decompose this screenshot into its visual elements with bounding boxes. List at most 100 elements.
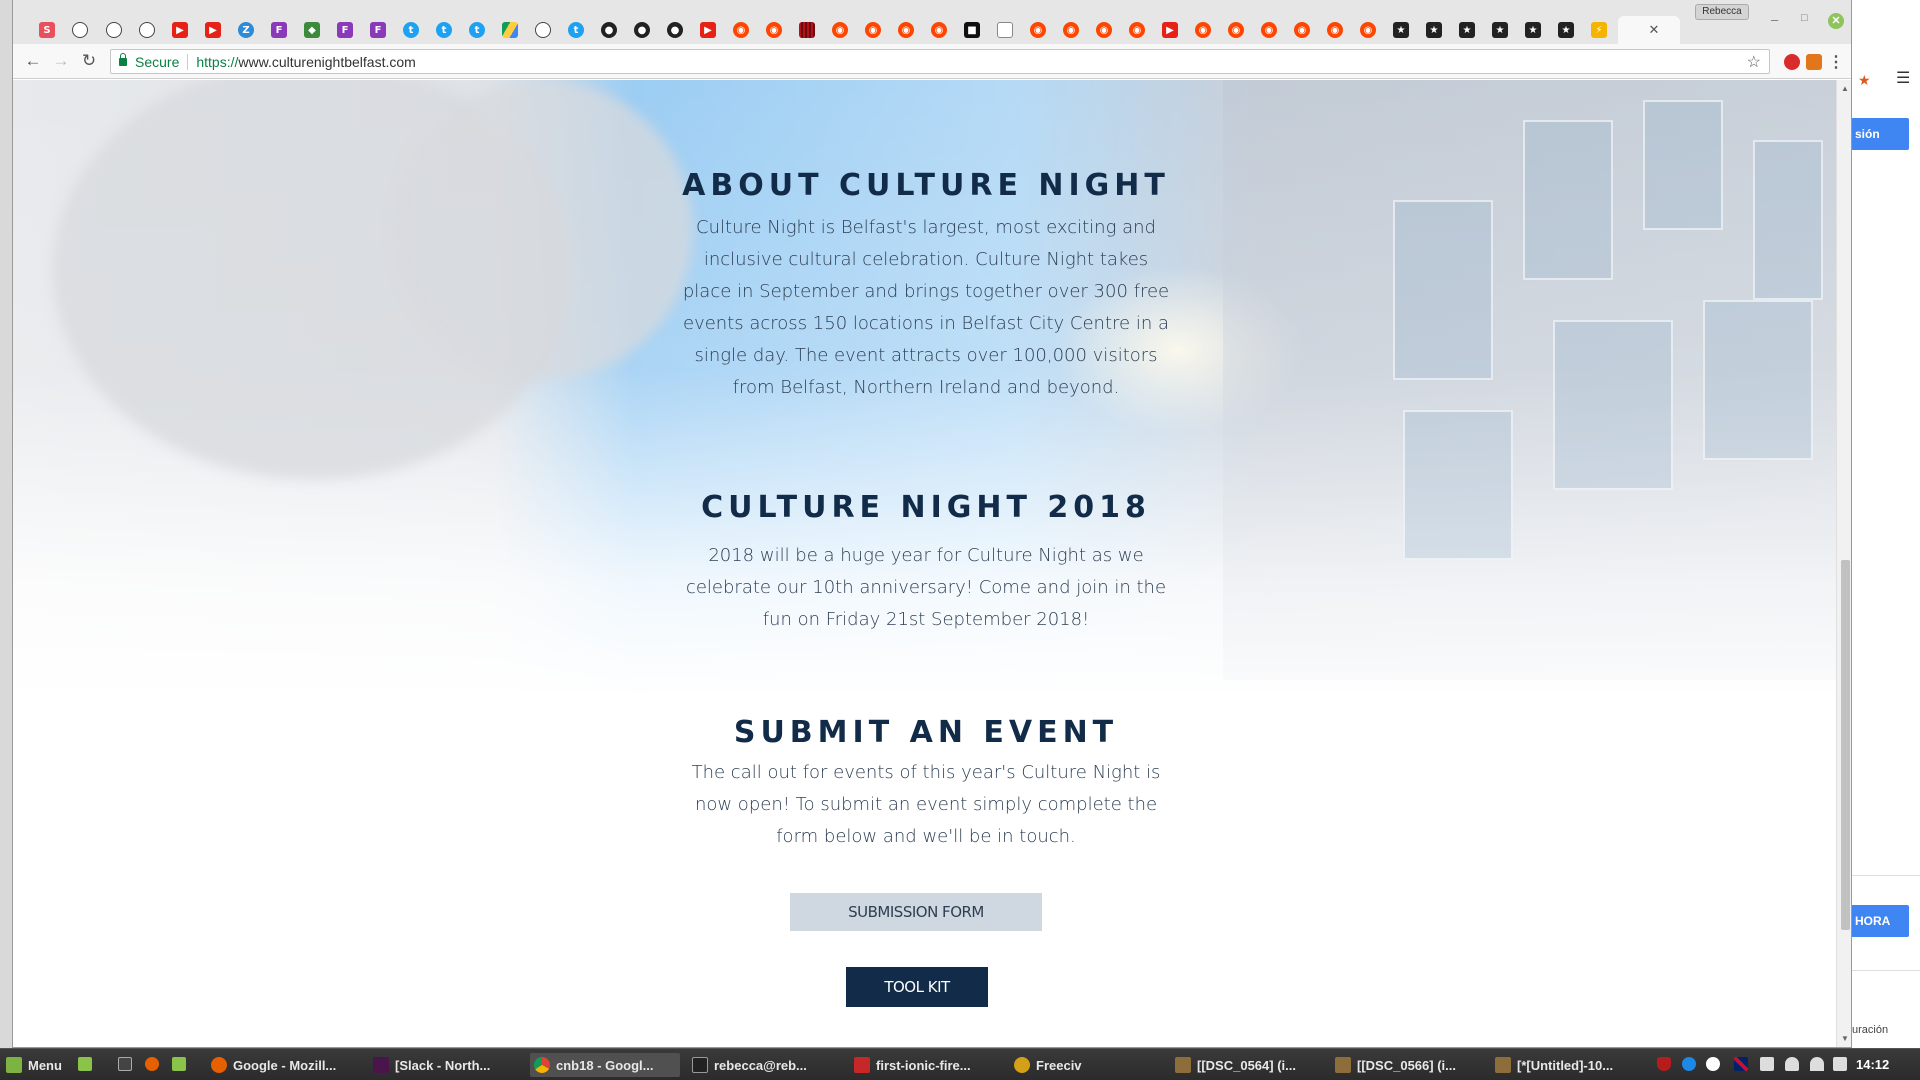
- tab-pinned-19[interactable]: ●: [628, 16, 656, 44]
- extension-fox-icon[interactable]: [1806, 54, 1822, 70]
- background-blue-button-top[interactable]: sión: [1851, 118, 1909, 150]
- taskbar-item-slack[interactable]: [Slack - North...: [373, 1053, 523, 1077]
- forward-arrow-icon[interactable]: →: [51, 52, 71, 70]
- minimize-icon[interactable]: –: [1771, 12, 1778, 27]
- tab-pinned-38[interactable]: ◉: [1255, 16, 1283, 44]
- page-scrollbar[interactable]: ▲ ▼: [1836, 80, 1851, 1047]
- tab-pinned-7[interactable]: Z: [232, 16, 260, 44]
- settings-icon[interactable]: [1706, 1057, 1720, 1071]
- tab-pinned-8[interactable]: F: [265, 16, 293, 44]
- tab-pinned-11[interactable]: F: [364, 16, 392, 44]
- fox-extension-icon[interactable]: ★: [1858, 72, 1871, 89]
- tab-pinned-32[interactable]: ◉: [1057, 16, 1085, 44]
- firefox-launcher-icon[interactable]: [145, 1057, 159, 1071]
- tab-pinned-16[interactable]: [529, 16, 557, 44]
- taskbar-item-terminal[interactable]: rebecca@reb...: [692, 1053, 842, 1077]
- profile-badge[interactable]: Rebecca: [1695, 4, 1749, 20]
- taskbar-item-gimp-3[interactable]: [*[Untitled]-10...: [1495, 1053, 1645, 1077]
- files-launcher-icon[interactable]: [172, 1057, 186, 1071]
- scroll-down-arrow-icon[interactable]: ▼: [1841, 1034, 1849, 1043]
- tab-pinned-3[interactable]: [100, 16, 128, 44]
- tab-pinned-45[interactable]: ★: [1486, 16, 1514, 44]
- window-close-icon[interactable]: ✕: [1828, 13, 1844, 29]
- tab-pinned-28[interactable]: ◉: [925, 16, 953, 44]
- tab-pinned-6[interactable]: ▶: [199, 16, 227, 44]
- star-favicon-icon: ★: [1525, 22, 1541, 38]
- taskbar-item-chrome[interactable]: cnb18 - Googl...: [530, 1053, 680, 1077]
- taskbar-item-gimp-2[interactable]: [[DSC_0566] (i...: [1335, 1053, 1485, 1077]
- tab-pinned-33[interactable]: ◉: [1090, 16, 1118, 44]
- tab-pinned-35[interactable]: ▶: [1156, 16, 1184, 44]
- circle-favicon-icon: [535, 22, 551, 38]
- shield-icon[interactable]: [1657, 1057, 1671, 1071]
- tab-pinned-13[interactable]: t: [430, 16, 458, 44]
- scroll-up-arrow-icon[interactable]: ▲: [1841, 84, 1849, 93]
- maximize-icon[interactable]: □: [1801, 12, 1808, 24]
- submission-form-button[interactable]: SUBMISSION FORM: [790, 893, 1042, 931]
- tab-pinned-39[interactable]: ◉: [1288, 16, 1316, 44]
- tab-pinned-2[interactable]: [66, 16, 94, 44]
- tab-close-icon[interactable]: ✕: [1649, 22, 1660, 38]
- clock[interactable]: 14:12: [1856, 1057, 1889, 1072]
- volume-icon[interactable]: [1833, 1057, 1847, 1071]
- tab-pinned-44[interactable]: ★: [1453, 16, 1481, 44]
- bluetooth-icon[interactable]: [1682, 1057, 1696, 1071]
- reload-icon[interactable]: ↻: [79, 52, 99, 70]
- tab-pinned-5[interactable]: ▶: [166, 16, 194, 44]
- clipboard-icon[interactable]: [1760, 1057, 1774, 1071]
- tab-pinned-41[interactable]: ◉: [1354, 16, 1382, 44]
- tab-pinned-25[interactable]: ◉: [826, 16, 854, 44]
- tab-pinned-29[interactable]: ■: [958, 16, 986, 44]
- address-bar[interactable]: Secure https:// www.culturenightbelfast.…: [110, 49, 1770, 74]
- taskbar-item-firefox[interactable]: Google - Mozill...: [211, 1053, 361, 1077]
- tab-pinned-37[interactable]: ◉: [1222, 16, 1250, 44]
- background-blue-button-bottom[interactable]: HORA: [1851, 905, 1909, 937]
- tab-pinned-9[interactable]: ◆: [298, 16, 326, 44]
- tab-pinned-26[interactable]: ◉: [859, 16, 887, 44]
- background-footer-text: uración: [1852, 1024, 1889, 1036]
- tab-pinned-48[interactable]: ⚡: [1585, 16, 1613, 44]
- tab-pinned-15[interactable]: [496, 16, 524, 44]
- extension-red-icon[interactable]: [1784, 54, 1800, 70]
- back-arrow-icon[interactable]: ←: [23, 52, 43, 70]
- taskbar-item-editor[interactable]: first-ionic-fire...: [854, 1053, 1004, 1077]
- tab-pinned-46[interactable]: ★: [1519, 16, 1547, 44]
- tab-active[interactable]: ✕: [1618, 16, 1680, 44]
- tab-pinned-27[interactable]: ◉: [892, 16, 920, 44]
- tab-pinned-30[interactable]: [991, 16, 1019, 44]
- user-icon[interactable]: [1785, 1057, 1799, 1071]
- tab-pinned-42[interactable]: ★: [1387, 16, 1415, 44]
- scrollbar-thumb[interactable]: [1841, 560, 1850, 930]
- tab-pinned-18[interactable]: ●: [595, 16, 623, 44]
- tab-pinned-23[interactable]: ◉: [760, 16, 788, 44]
- tab-pinned-12[interactable]: t: [397, 16, 425, 44]
- tab-pinned-20[interactable]: ●: [661, 16, 689, 44]
- s-favicon-icon: S: [39, 22, 55, 38]
- tab-pinned-43[interactable]: ★: [1420, 16, 1448, 44]
- tool-kit-button[interactable]: TOOL KIT: [846, 967, 988, 1007]
- kebab-menu-icon[interactable]: ⋮: [1828, 52, 1844, 72]
- tab-pinned-34[interactable]: ◉: [1123, 16, 1151, 44]
- tab-pinned-31[interactable]: ◉: [1024, 16, 1052, 44]
- show-desktop-icon[interactable]: [78, 1057, 92, 1071]
- omnibox-divider: [187, 53, 189, 70]
- tab-pinned-22[interactable]: ◉: [727, 16, 755, 44]
- tab-pinned-40[interactable]: ◉: [1321, 16, 1349, 44]
- keyboard-layout-flag-icon[interactable]: [1734, 1057, 1748, 1071]
- terminal-launcher-icon[interactable]: [118, 1057, 132, 1071]
- wifi-icon[interactable]: [1810, 1057, 1824, 1071]
- taskbar-item-gimp-1[interactable]: [[DSC_0564] (i...: [1175, 1053, 1325, 1077]
- bookmark-star-icon[interactable]: ☆: [1747, 52, 1761, 72]
- tab-pinned-36[interactable]: ◉: [1189, 16, 1217, 44]
- tab-pinned-24[interactable]: [793, 16, 821, 44]
- tab-pinned-21[interactable]: ▶: [694, 16, 722, 44]
- start-menu-button[interactable]: Menu: [6, 1053, 62, 1077]
- taskbar-item-freeciv[interactable]: Freeciv: [1014, 1053, 1164, 1077]
- tab-pinned-47[interactable]: ★: [1552, 16, 1580, 44]
- tab-pinned-14[interactable]: t: [463, 16, 491, 44]
- tab-pinned-4[interactable]: [133, 16, 161, 44]
- tab-pinned-1[interactable]: S: [33, 16, 61, 44]
- tab-pinned-17[interactable]: t: [562, 16, 590, 44]
- hamburger-menu-icon[interactable]: ☰: [1896, 68, 1910, 88]
- tab-pinned-10[interactable]: F: [331, 16, 359, 44]
